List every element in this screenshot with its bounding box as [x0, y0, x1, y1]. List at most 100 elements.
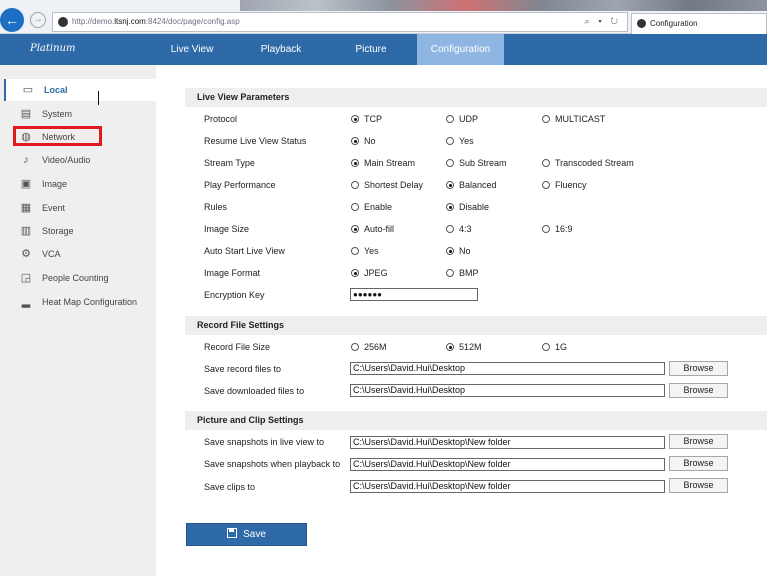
brand-logo: Platinum: [30, 43, 76, 54]
auto-start-no-radio[interactable]: No: [446, 246, 471, 256]
menu-configuration[interactable]: Configuration: [417, 34, 504, 65]
protocol-multicast-radio[interactable]: MULTICAST: [542, 114, 605, 124]
calendar-icon: ▦: [20, 202, 32, 214]
floppy-disk-icon: [227, 528, 238, 538]
main-stream-radio[interactable]: Main Stream: [351, 158, 415, 168]
browser-tab[interactable]: Configuration: [631, 13, 767, 34]
text-cursor: [98, 91, 99, 105]
rules-disable-radio[interactable]: Disable: [446, 202, 489, 212]
browse-snapshots-playback-button[interactable]: Browse: [669, 456, 728, 471]
address-text: http://demo.ltsnj.com:8424/doc/page/conf…: [72, 17, 240, 26]
resume-yes-radio[interactable]: Yes: [446, 136, 474, 146]
image-format-label: Image Format: [204, 268, 261, 278]
rules-enable-radio[interactable]: Enable: [351, 202, 392, 212]
clips-path-field[interactable]: C:\Users\David.Hui\Desktop\New folder: [350, 480, 665, 493]
browse-downloaded-button[interactable]: Browse: [669, 383, 728, 398]
section-live-view-parameters: Live View Parameters: [185, 88, 767, 107]
system-icon: ▤: [20, 108, 32, 120]
microphone-icon: ♪: [23, 154, 29, 166]
record-path-field[interactable]: C:\Users\David.Hui\Desktop: [350, 362, 665, 375]
forward-arrow-icon[interactable]: →: [30, 12, 46, 28]
size-256m-radio[interactable]: 256M: [351, 342, 387, 352]
browse-record-button[interactable]: Browse: [669, 361, 728, 376]
sidebar-item-image[interactable]: ▣ Image: [4, 173, 156, 195]
record-file-size-label: Record File Size: [204, 342, 271, 352]
save-downloaded-files-label: Save downloaded files to: [204, 386, 305, 396]
sidebar-item-label: Local: [44, 85, 68, 95]
sidebar-item-label: Heat Map Configuration: [42, 297, 138, 307]
sidebar-item-label: System: [42, 109, 73, 119]
resume-live-view-label: Resume Live View Status: [204, 136, 307, 146]
balanced-radio[interactable]: Balanced: [446, 180, 497, 190]
sidebar-item-label: VCA: [42, 249, 61, 259]
sidebar-item-label: Event: [42, 203, 66, 213]
size-1g-radio[interactable]: 1G: [542, 342, 567, 352]
sidebar-item-video-audio[interactable]: ♪ Video/Audio: [4, 149, 156, 171]
sidebar-item-local[interactable]: ▭ Local: [4, 79, 156, 101]
auto-fill-radio[interactable]: Auto-fill: [351, 224, 394, 234]
jpeg-radio[interactable]: JPEG: [351, 268, 388, 278]
vca-icon: ⚙: [21, 248, 31, 260]
menu-playback[interactable]: Playback: [248, 34, 314, 65]
sidebar-item-label: People Counting: [42, 273, 109, 283]
snapshots-playback-path-field[interactable]: C:\Users\David.Hui\Desktop\New folder: [350, 458, 665, 471]
snapshots-live-label: Save snapshots in live view to: [204, 437, 325, 447]
sidebar-item-people-counting[interactable]: ◲ People Counting: [4, 267, 156, 289]
app-header: Platinum Live View Playback Picture Conf…: [0, 34, 767, 65]
address-bar[interactable]: http://demo.ltsnj.com:8424/doc/page/conf…: [52, 12, 628, 32]
section-picture-clip-settings: Picture and Clip Settings: [185, 411, 767, 430]
protocol-udp-radio[interactable]: UDP: [446, 114, 478, 124]
search-refresh-icon[interactable]: ⌕ ▾ ↻: [585, 16, 621, 27]
save-clips-label: Save clips to: [204, 482, 256, 492]
sidebar-item-storage[interactable]: ▥ Storage: [4, 220, 156, 242]
downloaded-path-field[interactable]: C:\Users\David.Hui\Desktop: [350, 384, 665, 397]
save-button-label: Save: [243, 529, 266, 540]
encryption-key-label: Encryption Key: [204, 290, 265, 300]
fluency-radio[interactable]: Fluency: [542, 180, 587, 190]
people-counting-icon: ◲: [20, 272, 32, 284]
site-icon: [58, 17, 68, 27]
sub-stream-radio[interactable]: Sub Stream: [446, 158, 507, 168]
sidebar-item-vca[interactable]: ⚙ VCA: [4, 243, 156, 265]
tab-title: Configuration: [650, 19, 698, 28]
sidebar-item-heat-map[interactable]: ▂ Heat Map Configuration: [4, 291, 156, 313]
bmp-radio[interactable]: BMP: [446, 268, 479, 278]
stream-type-label: Stream Type: [204, 158, 255, 168]
back-arrow-icon[interactable]: ←: [0, 8, 24, 32]
image-icon: ▣: [20, 178, 32, 190]
resume-no-radio[interactable]: No: [351, 136, 376, 146]
sidebar-item-event[interactable]: ▦ Event: [4, 197, 156, 219]
browser-toolbar: ← → http://demo.ltsnj.com:8424/doc/page/…: [0, 0, 767, 34]
sidebar-item-label: Video/Audio: [42, 155, 91, 165]
sidebar-item-label: Image: [42, 179, 68, 189]
shortest-delay-radio[interactable]: Shortest Delay: [351, 180, 423, 190]
sidebar-item-system[interactable]: ▤ System: [4, 103, 156, 125]
image-size-label: Image Size: [204, 224, 250, 234]
auto-start-yes-radio[interactable]: Yes: [351, 246, 379, 256]
ratio-4-3-radio[interactable]: 4:3: [446, 224, 472, 234]
monitor-icon: ▭: [22, 84, 34, 96]
protocol-tcp-radio[interactable]: TCP: [351, 114, 382, 124]
sidebar-item-label: Storage: [42, 226, 74, 236]
rules-label: Rules: [204, 202, 228, 212]
ratio-16-9-radio[interactable]: 16:9: [542, 224, 573, 234]
menu-live-view[interactable]: Live View: [157, 34, 227, 65]
encryption-key-field[interactable]: ●●●●●●: [350, 288, 478, 301]
save-record-files-label: Save record files to: [204, 364, 282, 374]
menu-picture[interactable]: Picture: [343, 34, 399, 65]
snapshots-playback-label: Save snapshots when playback to: [204, 459, 341, 469]
bar-chart-icon: ▂: [21, 296, 31, 308]
auto-start-label: Auto Start Live View: [204, 246, 285, 256]
size-512m-radio[interactable]: 512M: [446, 342, 482, 352]
protocol-label: Protocol: [204, 114, 238, 124]
network-highlight-box: [13, 126, 102, 146]
blurred-toolbar-strip: [240, 0, 767, 11]
tab-favicon-icon: [637, 19, 646, 28]
transcoded-stream-radio[interactable]: Transcoded Stream: [542, 158, 634, 168]
save-button[interactable]: Save: [186, 523, 307, 546]
storage-icon: ▥: [20, 225, 32, 237]
snapshots-live-path-field[interactable]: C:\Users\David.Hui\Desktop\New folder: [350, 436, 665, 449]
browse-clips-button[interactable]: Browse: [669, 478, 728, 493]
section-record-file-settings: Record File Settings: [185, 316, 767, 335]
browse-snapshots-live-button[interactable]: Browse: [669, 434, 728, 449]
